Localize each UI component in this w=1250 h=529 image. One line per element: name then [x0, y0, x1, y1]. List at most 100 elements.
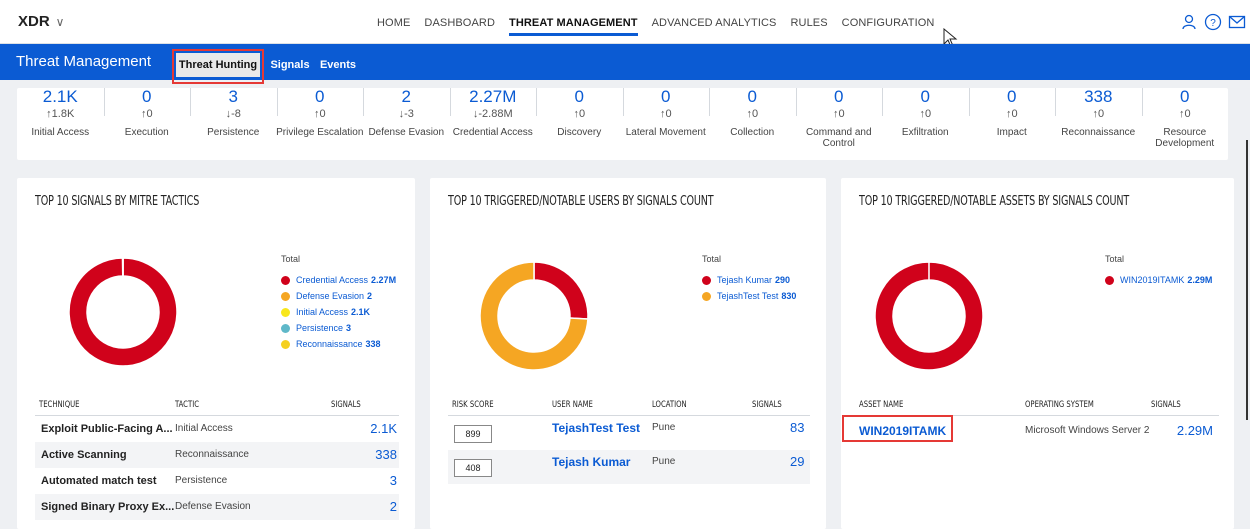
divider — [363, 88, 364, 116]
user-name-link[interactable]: Tejash Kumar — [552, 450, 652, 474]
tactic-value: 0 — [102, 88, 192, 106]
users-donut-chart — [478, 260, 590, 372]
tactic-delta: ↑0 — [794, 107, 884, 121]
table-row[interactable]: Signed Binary Proxy Ex...Defense Evasion… — [35, 494, 399, 520]
nav-home[interactable]: HOME — [370, 0, 417, 44]
legend-label: Initial Access — [296, 307, 348, 317]
column-operating-system[interactable]: OPERATING SYSTEM — [1025, 400, 1094, 410]
column-signals[interactable]: SIGNALS — [752, 400, 782, 410]
legend-item[interactable]: Persistence3 — [281, 321, 396, 335]
divider — [796, 88, 797, 116]
legend-item[interactable]: Reconnaissance338 — [281, 337, 396, 351]
divider — [277, 88, 278, 116]
tactic-name: Defense Evasion — [361, 127, 451, 138]
top-navigation: XDR∨ HOME DASHBOARD THREAT MANAGEMENT AD… — [0, 0, 1250, 44]
tactic-item[interactable]: 0↑0Collection — [707, 88, 797, 138]
legend-value: 2 — [367, 291, 372, 301]
scrollbar[interactable] — [1246, 140, 1248, 420]
tactic-cell: Reconnaissance — [175, 442, 305, 468]
nav-threat-management[interactable]: THREAT MANAGEMENT — [502, 0, 645, 44]
column-technique[interactable]: TECHNIQUE — [39, 400, 80, 410]
tab-signals[interactable]: Signals — [268, 50, 312, 80]
legend-item[interactable]: Defense Evasion2 — [281, 289, 396, 303]
legend-title: Total — [281, 254, 396, 264]
user-name-link[interactable]: TejashTest Test — [552, 416, 652, 440]
signals-cell: 3 — [315, 468, 397, 494]
tactic-cell: Persistence — [175, 468, 305, 494]
legend-item[interactable]: WIN2019ITAMK2.29M — [1105, 273, 1212, 287]
card-users: TOP 10 TRIGGERED/NOTABLE USERS BY SIGNAL… — [430, 178, 826, 529]
tactic-value: 2 — [361, 88, 451, 106]
tactic-item[interactable]: 2.27M↓-2.88MCredential Access — [448, 88, 538, 138]
tactic-name: Reconnaissance — [1053, 127, 1143, 138]
nav-advanced-analytics[interactable]: ADVANCED ANALYTICS — [645, 0, 784, 44]
legend-title: Total — [702, 254, 796, 264]
legend-item[interactable]: Credential Access2.27M — [281, 273, 396, 287]
tactic-item[interactable]: 0↑0Discovery — [534, 88, 624, 138]
divider — [1055, 88, 1056, 116]
table-row[interactable]: Active ScanningReconnaissance338 — [35, 442, 399, 468]
tactic-name: Execution — [102, 127, 192, 138]
mail-icon[interactable] — [1228, 13, 1246, 31]
tactic-delta: ↑0 — [275, 107, 365, 121]
tactic-item[interactable]: 0↑0Lateral Movement — [621, 88, 711, 138]
tactic-item[interactable]: 3↓-8Persistence — [188, 88, 278, 138]
help-icon[interactable]: ? — [1204, 13, 1222, 31]
table-row[interactable]: 899TejashTest TestPune83 — [448, 416, 810, 450]
legend-swatch — [281, 324, 290, 333]
donut-slice-tejash-kumar[interactable] — [534, 262, 588, 319]
tactic-delta: ↑0 — [707, 107, 797, 121]
tactic-value: 3 — [188, 88, 278, 106]
legend-item[interactable]: TejashTest Test830 — [702, 289, 796, 303]
legend-swatch — [281, 292, 290, 301]
tactic-item[interactable]: 2.1K↑1.8KInitial Access — [15, 88, 105, 138]
tab-events[interactable]: Events — [318, 50, 358, 80]
column-risk-score[interactable]: RISK SCORE — [452, 400, 494, 410]
tactic-name: Initial Access — [15, 127, 105, 138]
users-legend: Total Tejash Kumar290 TejashTest Test830 — [702, 254, 796, 305]
table-row[interactable]: 408Tejash KumarPune29 — [448, 450, 810, 484]
column-location[interactable]: LOCATION — [652, 400, 687, 410]
nav-configuration[interactable]: CONFIGURATION — [835, 0, 942, 44]
card-title: TOP 10 TRIGGERED/NOTABLE ASSETS BY SIGNA… — [859, 194, 1129, 209]
os-cell: Microsoft Windows Server 2 — [1025, 418, 1149, 444]
card-title: TOP 10 SIGNALS BY MITRE TACTICS — [35, 194, 199, 209]
tactic-delta: ↓-8 — [188, 107, 278, 121]
nav-rules[interactable]: RULES — [783, 0, 834, 44]
tactic-name: Exfiltration — [880, 127, 970, 138]
legend-label: Reconnaissance — [296, 339, 363, 349]
user-icon[interactable] — [1180, 13, 1198, 31]
tactic-delta: ↓-3 — [361, 107, 451, 121]
tactic-item[interactable]: 0↑0Execution — [102, 88, 192, 138]
mitre-legend: Total Credential Access2.27M Defense Evas… — [281, 254, 396, 353]
legend-title: Total — [1105, 254, 1212, 264]
column-tactic[interactable]: TACTIC — [175, 400, 199, 410]
tactic-item[interactable]: 338↑0Reconnaissance — [1053, 88, 1143, 138]
donut-slice-win2019itamk[interactable] — [875, 262, 983, 370]
tactic-item[interactable]: 0↑0Command and Control — [794, 88, 884, 149]
tactic-item[interactable]: 0↑0Exfiltration — [880, 88, 970, 138]
column-signals[interactable]: SIGNALS — [331, 400, 361, 410]
legend-item[interactable]: Initial Access2.1K — [281, 305, 396, 319]
legend-value: 3 — [346, 323, 351, 333]
table-row[interactable]: Automated match testPersistence3 — [35, 468, 399, 494]
app-switcher[interactable]: XDR∨ — [18, 13, 64, 30]
column-signals[interactable]: SIGNALS — [1151, 400, 1181, 410]
legend-item[interactable]: Tejash Kumar290 — [702, 273, 796, 287]
column-asset-name[interactable]: ASSET NAME — [859, 400, 903, 410]
tactic-item[interactable]: 0↑0Impact — [967, 88, 1057, 138]
assets-donut-chart — [873, 260, 985, 372]
tactic-item[interactable]: 2↓-3 Defense Evasion — [361, 88, 451, 138]
risk-score-badge: 408 — [454, 459, 492, 477]
divider — [536, 88, 537, 116]
location-cell: Pune — [652, 450, 732, 474]
column-user-name[interactable]: USER NAME — [552, 400, 593, 410]
card-assets: TOP 10 TRIGGERED/NOTABLE ASSETS BY SIGNA… — [841, 178, 1234, 529]
tactic-item[interactable]: 0↑0Privilege Escalation — [275, 88, 365, 138]
tactic-item[interactable]: 0↑0Resource Development — [1140, 88, 1230, 149]
nav-dashboard[interactable]: DASHBOARD — [417, 0, 502, 44]
table-row[interactable]: Exploit Public-Facing A...Initial Access… — [35, 416, 399, 442]
tactic-name: Discovery — [534, 127, 624, 138]
tactic-value: 0 — [275, 88, 365, 106]
divider — [104, 88, 105, 116]
